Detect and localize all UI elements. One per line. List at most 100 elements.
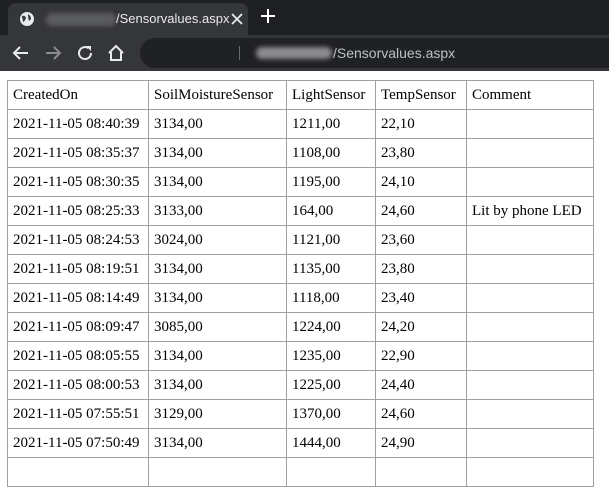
globe-icon xyxy=(20,12,34,26)
table-row: 2021-11-05 08:35:37 3134,00 1108,00 23,80 xyxy=(7,138,594,168)
comment-cell xyxy=(466,283,594,313)
column-header: SoilMoistureSensor xyxy=(148,80,287,110)
table-row: 2021-11-05 08:14:49 3134,00 1118,00 23,40 xyxy=(7,283,594,313)
table-row: 2021-11-05 08:24:53 3024,00 1121,00 23,60 xyxy=(7,225,594,255)
soil-moisture-cell: 3134,00 xyxy=(148,138,287,168)
temp-sensor-cell: 24,10 xyxy=(375,167,467,197)
soil-moisture-cell: 3134,00 xyxy=(148,283,287,313)
table-row: 2021-11-05 08:00:53 3134,00 1225,00 24,40 xyxy=(7,370,594,400)
forward-arrow-icon[interactable] xyxy=(44,44,62,62)
light-sensor-cell: 1118,00 xyxy=(286,283,376,313)
table-row: 2021-11-05 07:50:49 3134,00 1444,00 24,90 xyxy=(7,428,594,458)
comment-cell xyxy=(466,341,594,371)
column-header: Comment xyxy=(466,80,594,110)
light-sensor-cell: 1370,00 xyxy=(286,399,376,429)
light-sensor-cell: 1135,00 xyxy=(286,254,376,284)
temp-sensor-cell: 24,60 xyxy=(375,196,467,226)
comment-cell xyxy=(466,457,594,487)
comment-cell xyxy=(466,167,594,197)
light-sensor-cell: 1195,00 xyxy=(286,167,376,197)
soil-moisture-cell xyxy=(148,457,287,487)
table-row: 2021-11-05 08:40:39 3134,00 1211,00 22,10 xyxy=(7,109,594,139)
column-header: TempSensor xyxy=(375,80,467,110)
created-on-cell: 2021-11-05 08:35:37 xyxy=(7,138,149,168)
soil-moisture-cell: 3129,00 xyxy=(148,399,287,429)
page-content: CreatedOn SoilMoistureSensor LightSensor… xyxy=(0,71,609,487)
light-sensor-cell xyxy=(286,457,376,487)
soil-moisture-cell: 3085,00 xyxy=(148,312,287,342)
back-arrow-icon[interactable] xyxy=(12,44,30,62)
soil-moisture-cell: 3133,00 xyxy=(148,196,287,226)
url-path: /Sensorvalues.aspx xyxy=(333,45,456,61)
soil-moisture-cell: 3134,00 xyxy=(148,428,287,458)
redacted-url-host xyxy=(256,47,332,59)
soil-moisture-cell: 3134,00 xyxy=(148,167,287,197)
temp-sensor-cell: 24,60 xyxy=(375,399,467,429)
comment-cell: Lit by phone LED xyxy=(466,196,594,226)
temp-sensor-cell: 22,10 xyxy=(375,109,467,139)
temp-sensor-cell: 24,20 xyxy=(375,312,467,342)
table-row: 2021-11-05 08:19:51 3134,00 1135,00 23,80 xyxy=(7,254,594,284)
light-sensor-cell: 1444,00 xyxy=(286,428,376,458)
light-sensor-cell: 1225,00 xyxy=(286,370,376,400)
light-sensor-cell: 1235,00 xyxy=(286,341,376,371)
tab-strip: /Sensorvalues.aspx xyxy=(0,0,609,35)
address-bar[interactable]: /Sensorvalues.aspx xyxy=(140,38,609,68)
temp-sensor-cell: 23,80 xyxy=(375,254,467,284)
table-row: 2021-11-05 08:25:33 3133,00 164,00 24,60 Lit… xyxy=(7,196,594,226)
browser-toolbar: /Sensorvalues.aspx xyxy=(0,35,609,71)
created-on-cell: 2021-11-05 08:25:33 xyxy=(7,196,149,226)
browser-tab[interactable]: /Sensorvalues.aspx xyxy=(8,3,248,35)
created-on-cell: 2021-11-05 08:40:39 xyxy=(7,109,149,139)
created-on-cell: 2021-11-05 07:55:51 xyxy=(7,399,149,429)
created-on-cell: 2021-11-05 08:05:55 xyxy=(7,341,149,371)
table-row: 2021-11-05 07:55:51 3129,00 1370,00 24,60 xyxy=(7,399,594,429)
table-row: 2021-11-05 08:30:35 3134,00 1195,00 24,10 xyxy=(7,167,594,197)
temp-sensor-cell: 22,90 xyxy=(375,341,467,371)
created-on-cell: 2021-11-05 08:00:53 xyxy=(7,370,149,400)
close-icon[interactable] xyxy=(231,13,243,25)
comment-cell xyxy=(466,138,594,168)
created-on-cell: 2021-11-05 08:24:53 xyxy=(7,225,149,255)
comment-cell xyxy=(466,428,594,458)
table-header-row: CreatedOn SoilMoistureSensor LightSensor… xyxy=(7,80,594,110)
temp-sensor-cell: 24,40 xyxy=(375,370,467,400)
temp-sensor-cell: 23,80 xyxy=(375,138,467,168)
light-sensor-cell: 164,00 xyxy=(286,196,376,226)
redacted-host xyxy=(46,13,116,26)
tab-title: /Sensorvalues.aspx xyxy=(116,11,230,26)
comment-cell xyxy=(466,399,594,429)
soil-moisture-cell: 3134,00 xyxy=(148,341,287,371)
comment-cell xyxy=(466,254,594,284)
comment-cell xyxy=(466,370,594,400)
created-on-cell xyxy=(7,457,149,487)
created-on-cell: 2021-11-05 07:50:49 xyxy=(7,428,149,458)
created-on-cell: 2021-11-05 08:19:51 xyxy=(7,254,149,284)
column-header: LightSensor xyxy=(286,80,376,110)
comment-cell xyxy=(466,225,594,255)
temp-sensor-cell: 23,40 xyxy=(375,283,467,313)
created-on-cell: 2021-11-05 08:14:49 xyxy=(7,283,149,313)
created-on-cell: 2021-11-05 08:30:35 xyxy=(7,167,149,197)
soil-moisture-cell: 3134,00 xyxy=(148,109,287,139)
table-row xyxy=(7,457,594,487)
soil-moisture-cell: 3134,00 xyxy=(148,370,287,400)
light-sensor-cell: 1121,00 xyxy=(286,225,376,255)
created-on-cell: 2021-11-05 08:09:47 xyxy=(7,312,149,342)
light-sensor-cell: 1108,00 xyxy=(286,138,376,168)
soil-moisture-cell: 3134,00 xyxy=(148,254,287,284)
light-sensor-cell: 1224,00 xyxy=(286,312,376,342)
temp-sensor-cell: 23,60 xyxy=(375,225,467,255)
new-tab-plus-icon[interactable] xyxy=(261,9,275,23)
temp-sensor-cell: 24,90 xyxy=(375,428,467,458)
comment-cell xyxy=(466,109,594,139)
comment-cell xyxy=(466,312,594,342)
address-separator xyxy=(239,46,240,60)
soil-moisture-cell: 3024,00 xyxy=(148,225,287,255)
light-sensor-cell: 1211,00 xyxy=(286,109,376,139)
reload-icon[interactable] xyxy=(76,44,94,62)
home-icon[interactable] xyxy=(107,44,125,62)
table-row: 2021-11-05 08:05:55 3134,00 1235,00 22,90 xyxy=(7,341,594,371)
table-row: 2021-11-05 08:09:47 3085,00 1224,00 24,20 xyxy=(7,312,594,342)
sensor-values-table: CreatedOn SoilMoistureSensor LightSensor… xyxy=(7,80,594,487)
